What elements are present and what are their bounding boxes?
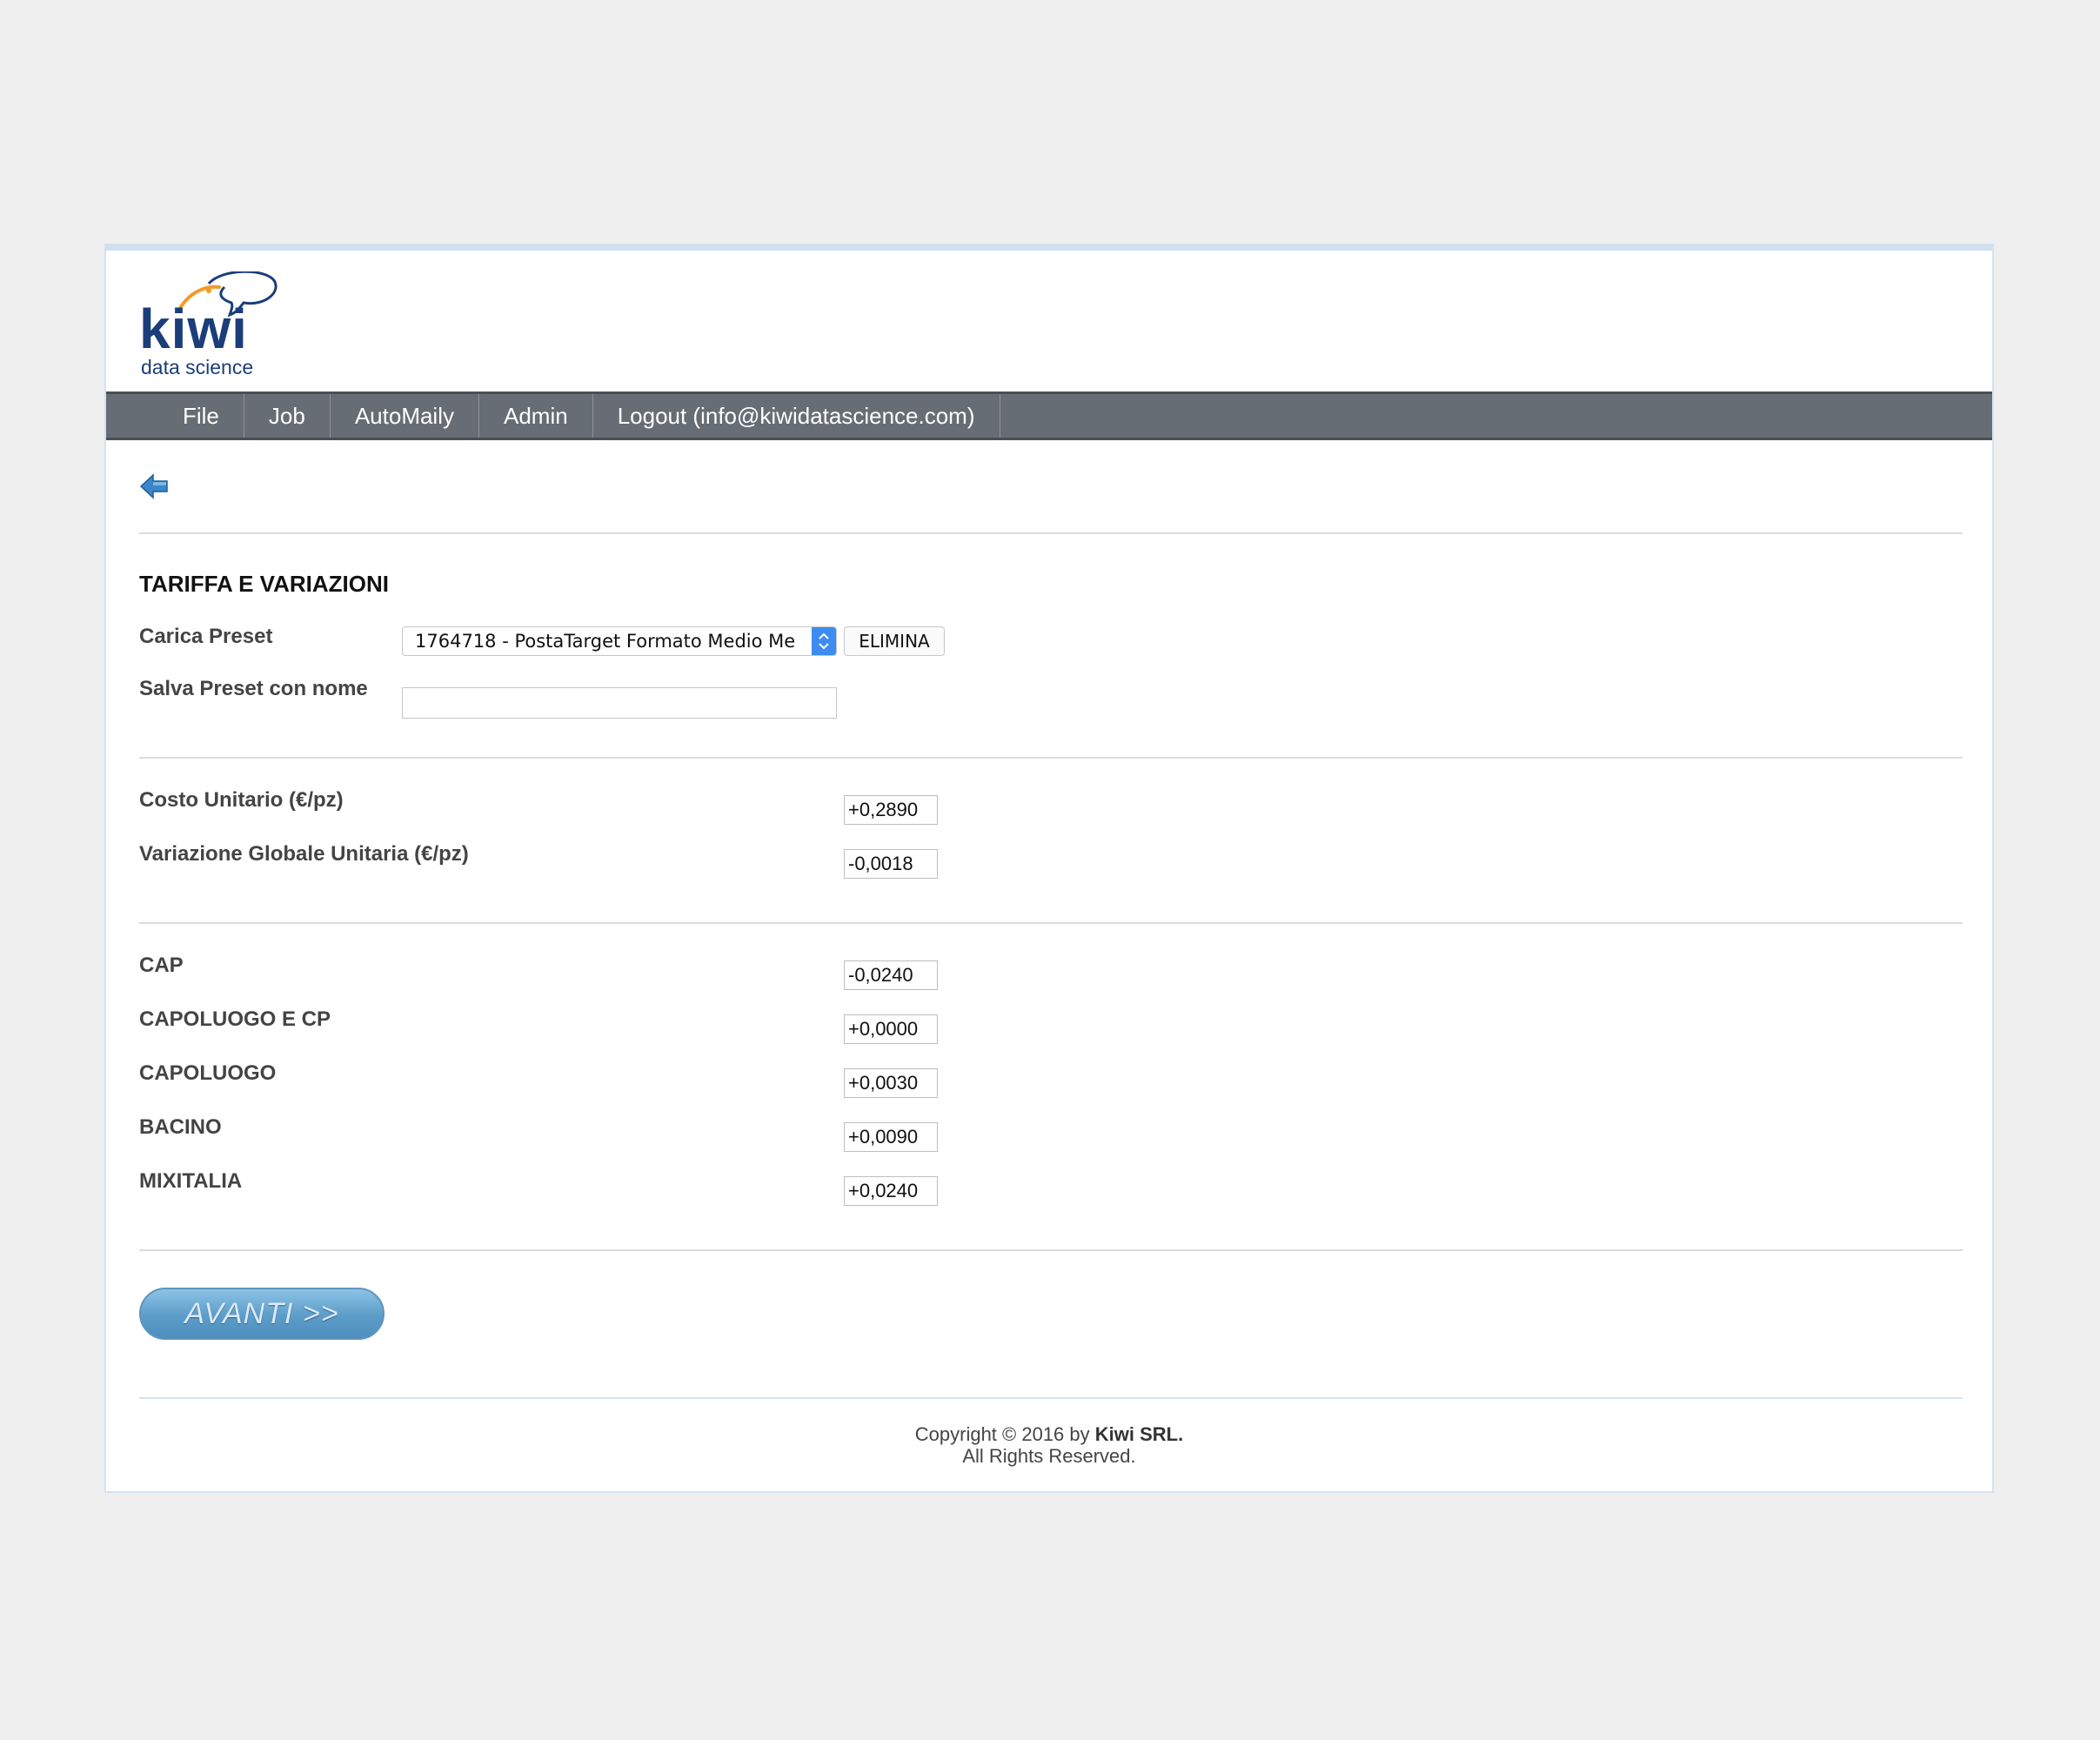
rights-line: All Rights Reserved. (962, 1445, 1136, 1467)
variation-label-capoluogo: CAPOLUOGO (139, 1061, 277, 1085)
global-variation-input[interactable]: -0,0018 (844, 849, 938, 879)
main-nav: File Job AutoMaily Admin Logout (info@ki… (106, 392, 1992, 440)
preset-name-input[interactable] (402, 687, 837, 719)
variation-input-capoluogo-cp[interactable]: +0,0000 (844, 1014, 938, 1044)
copyright-prefix: Copyright © 2016 by (914, 1423, 1090, 1445)
variation-input-cap[interactable]: -0,0240 (844, 960, 938, 990)
header: kiwi data science (106, 251, 1992, 390)
logo-subtitle: data science (141, 356, 254, 378)
nav-item-admin[interactable]: Admin (479, 394, 593, 438)
global-variation-label: Variazione Globale Unitaria (€/pz) (139, 842, 469, 866)
section-title: TARIFFA E VARIAZIONI (139, 571, 389, 597)
kiwi-logo[interactable]: kiwi data science (139, 271, 287, 378)
variation-label-mixitalia: MIXITALIA (139, 1169, 243, 1193)
variation-input-bacino[interactable]: +0,0090 (844, 1122, 938, 1152)
preset-select[interactable]: 1764718 - PostaTarget Formato Medio Me (402, 626, 837, 656)
variation-label-cap: CAP (139, 954, 184, 977)
load-preset-label: Carica Preset (139, 625, 273, 648)
next-button[interactable]: AVANTI >> (139, 1288, 385, 1340)
delete-preset-button[interactable]: ELIMINA (844, 626, 945, 656)
divider (139, 757, 1963, 759)
footer: Copyright © 2016 by Kiwi SRL. All Rights… (106, 1423, 1992, 1467)
page-container: kiwi data science File Job AutoMaily Adm… (104, 244, 1994, 1493)
divider (139, 532, 1963, 534)
unit-cost-input[interactable]: +0,2890 (844, 795, 938, 825)
company-name: Kiwi SRL. (1094, 1423, 1184, 1445)
nav-item-logout[interactable]: Logout (info@kiwidatascience.com) (593, 394, 1000, 438)
nav-item-automaily[interactable]: AutoMaily (331, 394, 479, 438)
nav-item-job[interactable]: Job (244, 394, 331, 438)
back-arrow-icon[interactable] (139, 472, 169, 501)
variation-label-capoluogo-cp: CAPOLUOGO E CP (139, 1007, 331, 1031)
variation-input-capoluogo[interactable]: +0,0030 (844, 1068, 938, 1098)
copyright-line: Copyright © 2016 by Kiwi SRL. (106, 1423, 1992, 1445)
select-arrows-icon (812, 627, 836, 655)
divider (139, 922, 1963, 924)
unit-cost-label: Costo Unitario (€/pz) (139, 788, 344, 812)
preset-select-value: 1764718 - PostaTarget Formato Medio Me (415, 631, 796, 652)
divider (139, 1249, 1963, 1251)
variation-input-mixitalia[interactable]: +0,0240 (844, 1176, 938, 1206)
divider (139, 1397, 1963, 1399)
variation-label-bacino: BACINO (139, 1115, 222, 1139)
logo-word: kiwi (139, 298, 248, 360)
nav-item-file[interactable]: File (158, 394, 244, 438)
save-preset-label: Salva Preset con nome (139, 677, 368, 700)
